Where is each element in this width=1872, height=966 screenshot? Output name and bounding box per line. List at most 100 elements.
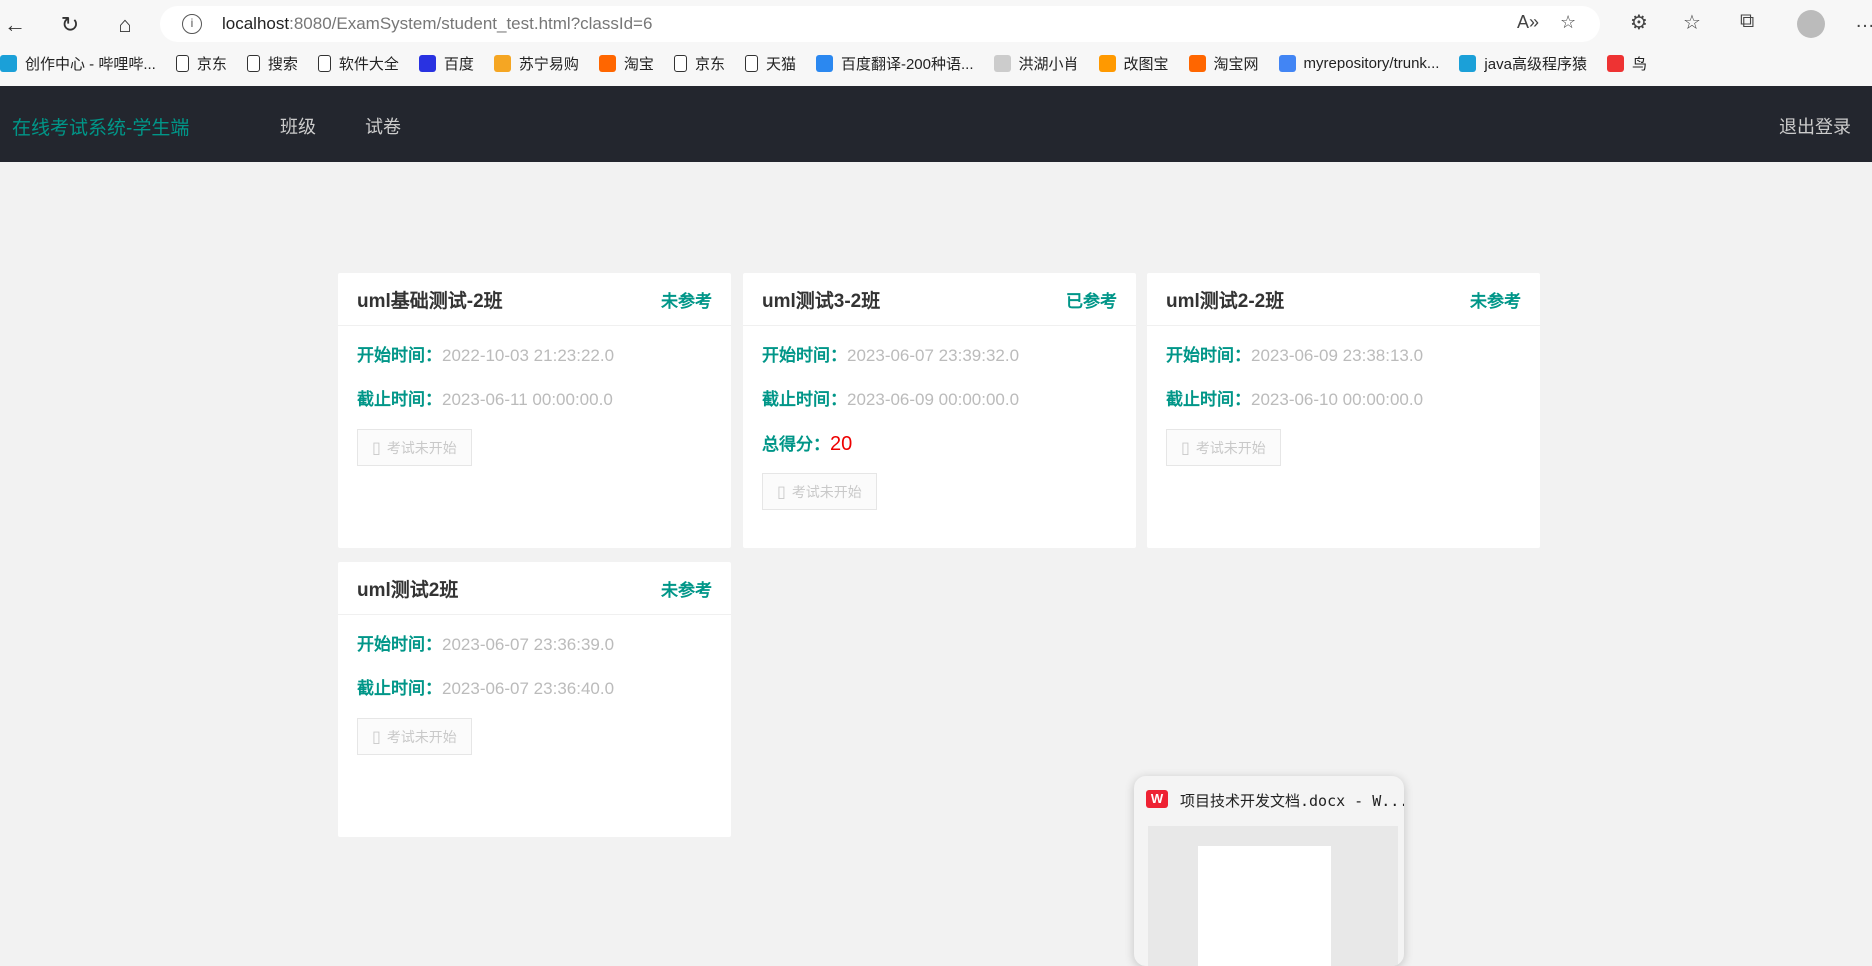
url-path: :8080/ExamSystem/student_test.html?class…: [289, 14, 653, 33]
extensions-icon[interactable]: ⚙: [1630, 10, 1648, 35]
bookmark-item[interactable]: 苏宁易购: [493, 53, 579, 74]
bookmark-item[interactable]: 京东: [673, 53, 725, 74]
score-label: 总得分：: [762, 435, 830, 454]
bookmark-label: 创作中心 - 哔哩哔...: [25, 55, 156, 73]
bookmark-icon: [744, 54, 758, 72]
button-label: 考试未开始: [1195, 439, 1266, 456]
home-icon[interactable]: ⌂: [110, 10, 140, 40]
book-icon: ▯: [372, 728, 381, 746]
end-label: 截止时间：: [1166, 390, 1251, 409]
start-time: 2022-10-03 21:23:22.0: [442, 346, 615, 365]
exam-status: 未参考: [1470, 291, 1521, 311]
bookmark-item[interactable]: 淘宝网: [1188, 53, 1259, 74]
start-time: 2023-06-09 23:38:13.0: [1251, 346, 1424, 365]
bookmark-label: 鸟: [1631, 55, 1647, 73]
bookmark-item[interactable]: 创作中心 - 哔哩哔...: [0, 53, 156, 74]
bookmark-label: 天猫: [765, 55, 796, 73]
bookmark-item[interactable]: 淘宝: [598, 53, 654, 74]
info-icon[interactable]: i: [182, 14, 202, 34]
bookmark-icon: [175, 54, 189, 72]
exam-title: uml基础测试-2班: [357, 290, 503, 312]
end-label: 截止时间：: [762, 390, 847, 409]
read-aloud-icon[interactable]: A»: [1517, 12, 1539, 33]
start-label: 开始时间：: [762, 346, 847, 365]
bookmark-icon: [1098, 54, 1116, 72]
bookmark-icon: [246, 54, 260, 72]
bookmark-icon: [1459, 54, 1477, 72]
bookmark-label: 洪湖小肖: [1018, 55, 1079, 73]
favorites-icon[interactable]: ☆: [1683, 10, 1701, 35]
bookmark-label: 百度: [443, 55, 474, 73]
book-icon: ▯: [1181, 439, 1190, 457]
brand-title[interactable]: 在线考试系统-学生端: [12, 113, 189, 140]
start-time: 2023-06-07 23:36:39.0: [442, 635, 615, 654]
nav-classes[interactable]: 班级: [280, 113, 316, 139]
preview-title: 项目技术开发文档.docx - W...: [1180, 792, 1404, 810]
bookmark-item[interactable]: java高级程序猿: [1459, 53, 1587, 74]
bookmark-icon: [598, 54, 616, 72]
address-bar[interactable]: i localhost:8080/ExamSystem/student_test…: [160, 6, 1600, 42]
exam-not-started-button[interactable]: ▯ 考试未开始: [357, 718, 472, 755]
exam-status: 未参考: [661, 291, 712, 311]
bookmark-item[interactable]: 百度翻译-200种语...: [815, 53, 974, 74]
bookmark-icon: [493, 54, 511, 72]
exam-not-started-button[interactable]: ▯ 考试未开始: [762, 473, 877, 510]
bookmark-label: 淘宝网: [1213, 55, 1259, 73]
score-value: 20: [830, 433, 853, 455]
exam-status: 已参考: [1066, 291, 1117, 311]
profile-avatar[interactable]: [1797, 10, 1825, 38]
bookmark-label: 京东: [196, 55, 227, 73]
bookmark-icon: [418, 54, 436, 72]
wps-icon: W: [1146, 790, 1168, 808]
end-time: 2023-06-07 23:36:40.0: [442, 679, 615, 698]
add-favorite-icon[interactable]: ☆: [1560, 12, 1576, 33]
bookmarks-bar: 创作中心 - 哔哩哔... 京东 搜索 软件大全 百度 苏宁易购 淘宝 京东 天猫 百度翻译-20…: [0, 42, 1872, 84]
exam-not-started-button[interactable]: ▯ 考试未开始: [357, 429, 472, 466]
bookmark-label: java高级程序猿: [1484, 55, 1587, 73]
bookmark-icon: [1606, 54, 1624, 72]
exam-title: uml测试2-2班: [1166, 290, 1285, 312]
button-label: 考试未开始: [791, 483, 862, 500]
exam-card: uml测试2班 未参考 开始时间：2023-06-07 23:36:39.0 截止…: [338, 562, 731, 837]
end-label: 截止时间：: [357, 679, 442, 698]
taskbar-preview[interactable]: W 项目技术开发文档.docx - W...: [1134, 776, 1404, 966]
bookmark-label: 搜索: [267, 55, 298, 73]
bookmark-icon: [0, 54, 17, 72]
bookmark-item[interactable]: myrepository/trunk...: [1278, 54, 1440, 72]
url-host: localhost: [222, 14, 290, 33]
bookmark-label: 淘宝: [623, 55, 654, 73]
bookmark-label: myrepository/trunk...: [1303, 54, 1440, 72]
button-label: 考试未开始: [386, 439, 457, 456]
bookmark-item[interactable]: 百度: [418, 53, 474, 74]
exam-status: 未参考: [661, 580, 712, 600]
end-time: 2023-06-10 00:00:00.0: [1251, 390, 1424, 409]
book-icon: ▯: [777, 483, 786, 501]
bookmark-item[interactable]: 软件大全: [317, 53, 399, 74]
exam-card: uml基础测试-2班 未参考 开始时间：2022-10-03 21:23:22.0…: [338, 273, 731, 548]
bookmark-item[interactable]: 洪湖小肖: [993, 53, 1079, 74]
bookmark-icon: [317, 54, 331, 72]
end-label: 截止时间：: [357, 390, 442, 409]
start-time: 2023-06-07 23:39:32.0: [847, 346, 1020, 365]
nav-papers[interactable]: 试卷: [365, 113, 401, 139]
exam-title: uml测试2班: [357, 579, 459, 601]
logout-link[interactable]: 退出登录: [1779, 113, 1851, 139]
bookmark-label: 百度翻译-200种语...: [840, 55, 974, 73]
button-label: 考试未开始: [386, 728, 457, 745]
refresh-icon[interactable]: ↻: [55, 10, 85, 40]
bookmark-item[interactable]: 天猫: [744, 53, 796, 74]
back-icon[interactable]: ←: [0, 10, 30, 40]
bookmark-icon: [815, 54, 833, 72]
collections-icon[interactable]: ⧉: [1740, 10, 1754, 33]
bookmark-icon: [1278, 54, 1296, 72]
bookmark-item[interactable]: 京东: [175, 53, 227, 74]
top-nav: 在线考试系统-学生端 班级 试卷 退出登录: [0, 86, 1872, 162]
exam-not-started-button[interactable]: ▯ 考试未开始: [1166, 429, 1281, 466]
bookmark-item[interactable]: 改图宝: [1098, 53, 1169, 74]
bookmark-item[interactable]: 鸟: [1606, 53, 1647, 74]
bookmark-item[interactable]: 搜索: [246, 53, 298, 74]
start-label: 开始时间：: [357, 635, 442, 654]
bookmark-icon: [1188, 54, 1206, 72]
book-icon: ▯: [372, 439, 381, 457]
more-icon[interactable]: …: [1855, 10, 1872, 33]
